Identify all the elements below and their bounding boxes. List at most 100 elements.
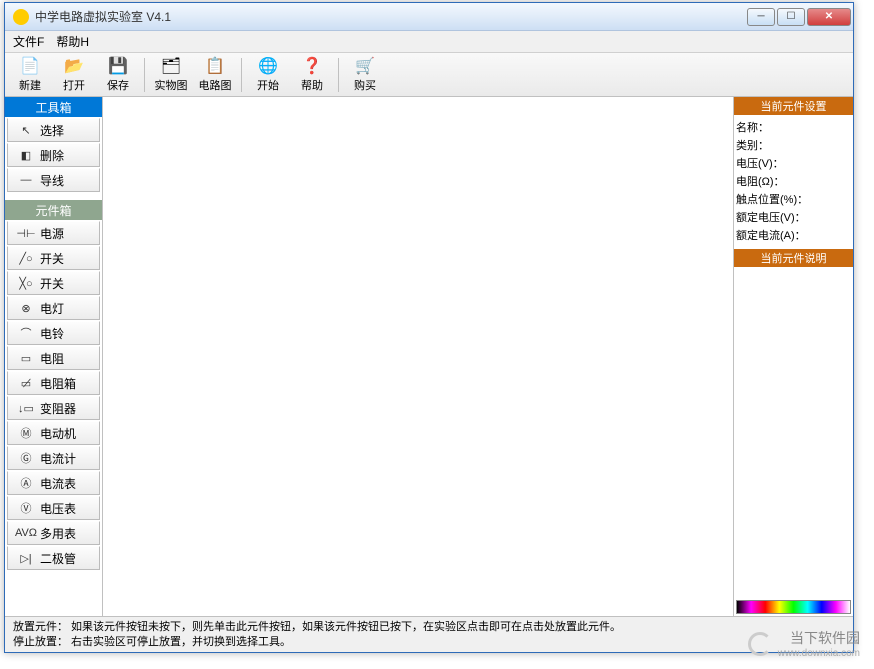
prop-row-5: 额定电压(V)：: [736, 209, 851, 227]
buy-button-icon: 🛒: [355, 56, 375, 76]
app-window: 中学电路虚拟实验室 V4.1 ─ ☐ ✕ 文件F 帮助H 📄新建📂打开💾保存🗂实…: [4, 2, 854, 653]
comp-switch1[interactable]: ╱○开关: [7, 246, 100, 270]
prop-row-2: 电压(V)：: [736, 155, 851, 173]
watermark-url: www.downxia.com: [778, 648, 860, 659]
select-tool-icon: ↖: [12, 124, 40, 137]
toolbar-separator: [241, 58, 242, 92]
comp-rheostat-icon: ↓▭: [12, 402, 40, 415]
comp-ammeter-label: 电流表: [40, 475, 76, 492]
help-button-icon: ❓: [302, 56, 322, 76]
help-button-label: 帮助: [301, 77, 323, 93]
comp-rheostat[interactable]: ↓▭变阻器: [7, 396, 100, 420]
delete-tool[interactable]: ◧删除: [7, 143, 100, 167]
wire-tool-label: 导线: [40, 172, 64, 189]
app-icon: [13, 9, 29, 25]
start-button-label: 开始: [257, 77, 279, 93]
comp-galvanometer[interactable]: Ⓖ电流计: [7, 446, 100, 470]
toolbar: 📄新建📂打开💾保存🗂实物图📋电路图🌐开始❓帮助🛒购买: [5, 53, 853, 97]
menubar: 文件F 帮助H: [5, 31, 853, 53]
select-tool-label: 选择: [40, 122, 64, 139]
comp-switch2-icon: ╳○: [12, 277, 40, 290]
new-button-label: 新建: [19, 77, 41, 93]
new-button[interactable]: 📄新建: [9, 55, 51, 95]
statusbar: 放置元件： 如果该元件按钮未按下，则先单击此元件按钮，如果该元件按钮已按下，在实…: [5, 616, 853, 652]
prop-row-4: 触点位置(%)：: [736, 191, 851, 209]
new-button-icon: 📄: [20, 56, 40, 76]
real-view-button[interactable]: 🗂实物图: [150, 55, 192, 95]
save-button[interactable]: 💾保存: [97, 55, 139, 95]
comp-switch2-label: 开关: [40, 275, 64, 292]
buy-button[interactable]: 🛒购买: [344, 55, 386, 95]
wire-tool-icon: —: [12, 174, 40, 186]
comp-resistor-box[interactable]: ▭̸电阻箱: [7, 371, 100, 395]
comp-multimeter[interactable]: AVΩ多用表: [7, 521, 100, 545]
props-header: 当前元件设置: [734, 97, 853, 115]
desc-header: 当前元件说明: [734, 249, 853, 267]
save-button-label: 保存: [107, 77, 129, 93]
right-panel: 当前元件设置 名称：类别：电压(V)：电阻(Ω)：触点位置(%)：额定电压(V)…: [733, 97, 853, 616]
comp-switch1-icon: ╱○: [12, 252, 40, 265]
comp-resistor-icon: ▭: [12, 352, 40, 365]
comp-bell-label: 电铃: [40, 325, 64, 342]
prop-row-3: 电阻(Ω)：: [736, 173, 851, 191]
comp-multimeter-icon: AVΩ: [12, 527, 40, 539]
comp-lamp-label: 电灯: [40, 300, 64, 317]
start-button-icon: 🌐: [258, 56, 278, 76]
watermark-cn: 当下软件园: [778, 628, 860, 648]
comp-voltmeter-label: 电压表: [40, 500, 76, 517]
comp-power-label: 电源: [40, 225, 64, 242]
status-line2: 停止放置： 右击实验区可停止放置，并切换到选择工具。: [13, 635, 845, 650]
comp-ammeter[interactable]: Ⓐ电流表: [7, 471, 100, 495]
status-line1: 放置元件： 如果该元件按钮未按下，则先单击此元件按钮，如果该元件按钮已按下，在实…: [13, 620, 845, 635]
color-picker[interactable]: [736, 600, 851, 614]
comp-bell[interactable]: ⌒电铃: [7, 321, 100, 345]
comp-diode-icon: ▷|: [12, 552, 40, 565]
comp-multimeter-label: 多用表: [40, 525, 76, 542]
open-button[interactable]: 📂打开: [53, 55, 95, 95]
comp-lamp-icon: ⊗: [12, 302, 40, 315]
menu-help[interactable]: 帮助H: [56, 33, 89, 50]
start-button[interactable]: 🌐开始: [247, 55, 289, 95]
schematic-button-icon: 📋: [205, 56, 225, 76]
schematic-button[interactable]: 📋电路图: [194, 55, 236, 95]
compbox-header: 元件箱: [5, 200, 102, 220]
schematic-button-label: 电路图: [199, 77, 232, 93]
titlebar: 中学电路虚拟实验室 V4.1 ─ ☐ ✕: [5, 3, 853, 31]
desc-body: [734, 267, 853, 598]
prop-row-6: 额定电流(A)：: [736, 227, 851, 245]
open-button-label: 打开: [63, 77, 85, 93]
comp-voltmeter[interactable]: Ⓥ电压表: [7, 496, 100, 520]
help-button[interactable]: ❓帮助: [291, 55, 333, 95]
comp-resistor[interactable]: ▭电阻: [7, 346, 100, 370]
comp-rheostat-label: 变阻器: [40, 400, 76, 417]
comp-ammeter-icon: Ⓐ: [12, 475, 40, 491]
comp-motor-label: 电动机: [40, 425, 76, 442]
prop-row-0: 名称：: [736, 119, 851, 137]
toolbar-separator: [144, 58, 145, 92]
comp-resistor-box-label: 电阻箱: [40, 375, 76, 392]
toolbox-header: 工具箱: [5, 97, 102, 117]
canvas-area[interactable]: [103, 97, 733, 616]
real-view-button-icon: 🗂: [161, 56, 181, 76]
select-tool[interactable]: ↖选择: [7, 118, 100, 142]
delete-tool-label: 删除: [40, 147, 64, 164]
body-area: 工具箱 ↖选择◧删除—导线 元件箱 ⊣⊢电源╱○开关╳○开关⊗电灯⌒电铃▭电阻▭…: [5, 97, 853, 616]
minimize-button[interactable]: ─: [747, 8, 775, 26]
comp-lamp[interactable]: ⊗电灯: [7, 296, 100, 320]
wire-tool[interactable]: —导线: [7, 168, 100, 192]
watermark-logo-icon: [748, 632, 772, 656]
save-button-icon: 💾: [108, 56, 128, 76]
toolbar-separator: [338, 58, 339, 92]
left-panel: 工具箱 ↖选择◧删除—导线 元件箱 ⊣⊢电源╱○开关╳○开关⊗电灯⌒电铃▭电阻▭…: [5, 97, 103, 616]
comp-power[interactable]: ⊣⊢电源: [7, 221, 100, 245]
comp-bell-icon: ⌒: [12, 325, 40, 341]
comp-diode[interactable]: ▷|二极管: [7, 546, 100, 570]
comp-resistor-label: 电阻: [40, 350, 64, 367]
comp-switch2[interactable]: ╳○开关: [7, 271, 100, 295]
maximize-button[interactable]: ☐: [777, 8, 805, 26]
comp-galvanometer-label: 电流计: [40, 450, 76, 467]
close-button[interactable]: ✕: [807, 8, 851, 26]
menu-file[interactable]: 文件F: [13, 33, 44, 50]
comp-motor[interactable]: Ⓜ电动机: [7, 421, 100, 445]
comp-diode-label: 二极管: [40, 550, 76, 567]
